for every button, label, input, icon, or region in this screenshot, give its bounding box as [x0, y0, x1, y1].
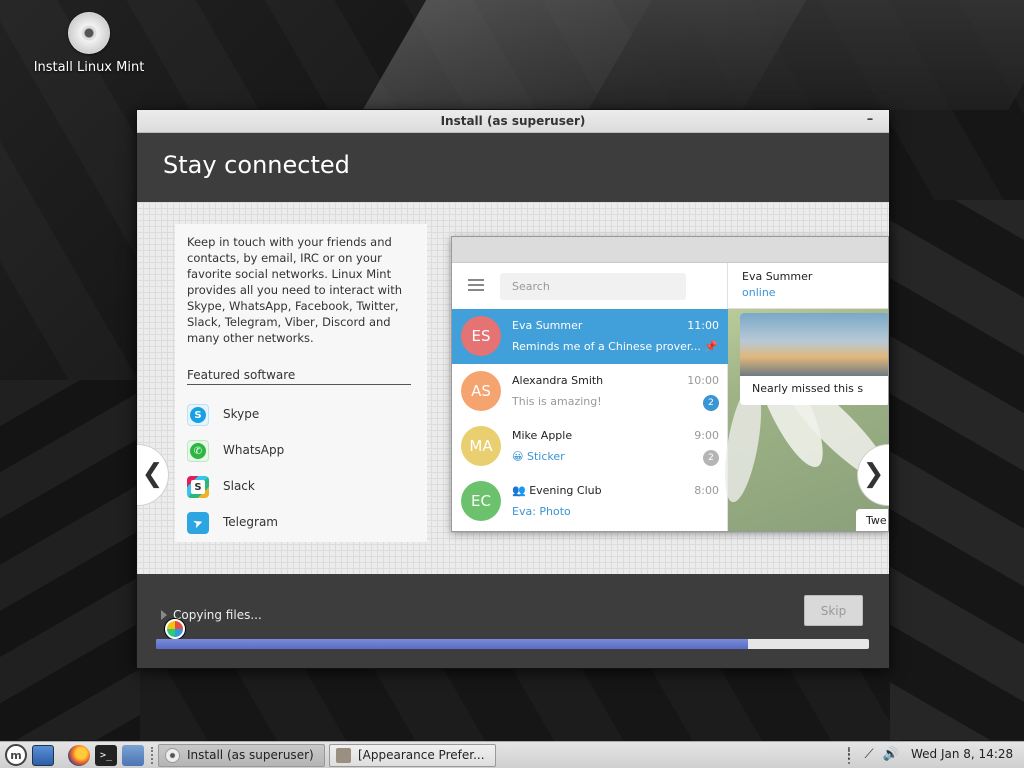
unread-badge: 2 — [703, 395, 719, 411]
slide-description: Keep in touch with your friends and cont… — [187, 235, 403, 345]
photo-message: Nearly missed this s — [740, 313, 888, 405]
software-label: Skype — [223, 407, 260, 421]
progress-bar-fill — [156, 639, 748, 649]
taskbar-item-label: Install (as superuser) — [187, 748, 314, 762]
chat-name: 👥 Evening Club — [512, 484, 602, 497]
software-item-skype: S Skype — [187, 404, 387, 428]
chat-item: ES Eva Summer 11:00 Reminds me of a Chin… — [452, 309, 728, 364]
taskbar-separator — [151, 747, 154, 764]
wallpaper-shape — [890, 200, 1024, 740]
progress-bar — [156, 639, 869, 649]
conversation-header: Eva Summer online — [728, 263, 888, 309]
unread-badge: 2 — [703, 450, 719, 466]
conversation-name: Eva Summer — [742, 270, 813, 283]
software-label: Telegram — [223, 515, 278, 529]
message-photo — [740, 313, 888, 376]
volume-icon[interactable]: 🔊 — [882, 746, 900, 764]
featured-software-heading: Featured software — [187, 368, 411, 385]
software-label: Slack — [223, 479, 255, 493]
telegram-search-row: Search — [452, 263, 727, 309]
show-desktop-icon[interactable] — [32, 745, 54, 766]
slide-title: Stay connected — [163, 151, 350, 179]
telegram-screenshot: Search ES Eva Summer 11:00 Reminds me of… — [451, 236, 889, 532]
network-icon[interactable]: ⟋ — [860, 746, 878, 764]
progress-status-text: Copying files... — [173, 608, 262, 622]
terminal-icon[interactable]: >_ — [95, 745, 117, 766]
hamburger-menu-icon — [468, 279, 484, 291]
clock[interactable]: Wed Jan 8, 14:28 — [911, 747, 1013, 761]
message-text: Nearly missed this s — [752, 382, 864, 395]
slideshow: Keep in touch with your friends and cont… — [137, 202, 889, 574]
chat-time: 10:00 — [687, 374, 719, 387]
conversation-status: online — [742, 286, 776, 299]
window-titlebar[interactable]: Install (as superuser) – — [137, 110, 889, 133]
chat-message: 😀 Sticker — [512, 450, 565, 463]
taskbar: m >_ Install (as superuser) [Appearance … — [0, 741, 1024, 768]
wallpaper-shape — [0, 380, 140, 740]
chat-item: AS Alexandra Smith 10:00 This is amazing… — [452, 364, 728, 419]
slide-banner: Stay connected — [137, 133, 889, 202]
message-bubble: Twe — [856, 509, 888, 531]
chat-time: 9:00 — [694, 429, 719, 442]
telegram-titlebar — [452, 237, 888, 263]
taskbar-item-appearance[interactable]: [Appearance Prefer... — [329, 744, 496, 767]
window-title: Install (as superuser) — [440, 114, 586, 128]
taskbar-item-installer[interactable]: Install (as superuser) — [158, 744, 325, 767]
avatar: MA — [461, 426, 501, 466]
install-linux-mint-desktop-icon[interactable]: Install Linux Mint — [28, 12, 150, 78]
progress-area: Copying files... Skip — [137, 574, 889, 668]
chat-item: MA Mike Apple 9:00 😀 Sticker 2 — [452, 419, 728, 474]
expander-arrow-icon[interactable] — [161, 610, 167, 620]
avatar: ES — [461, 316, 501, 356]
firefox-icon[interactable] — [68, 745, 90, 766]
previous-slide-button[interactable]: ❮ — [137, 444, 169, 506]
chat-name: Eva Summer — [512, 319, 583, 332]
avatar: EC — [461, 481, 501, 521]
telegram-icon: ➤ — [187, 512, 209, 534]
appearance-icon — [336, 748, 351, 763]
minimize-button[interactable]: – — [863, 110, 877, 133]
telegram-search-input: Search — [500, 273, 686, 300]
chat-item: EC 👥 Evening Club 8:00 Eva: Photo — [452, 474, 728, 529]
files-folder-icon[interactable] — [122, 745, 144, 766]
chat-message: Eva: Photo — [512, 505, 571, 518]
telegram-chat-list: Search ES Eva Summer 11:00 Reminds me of… — [452, 263, 728, 531]
software-item-whatsapp: ✆ WhatsApp — [187, 440, 387, 464]
software-item-slack: S Slack — [187, 476, 387, 500]
avatar: AS — [461, 371, 501, 411]
slack-icon: S — [187, 476, 209, 498]
busy-cursor-icon — [165, 619, 185, 639]
pin-icon: 📌 — [704, 340, 718, 353]
group-icon: 👥 — [512, 484, 526, 497]
software-label: WhatsApp — [223, 443, 285, 457]
chat-name: Alexandra Smith — [512, 374, 604, 387]
software-item-telegram: ➤ Telegram — [187, 512, 387, 536]
chat-time: 8:00 — [694, 484, 719, 497]
disc-icon — [165, 748, 180, 763]
disc-icon — [68, 12, 110, 54]
chat-name: Mike Apple — [512, 429, 573, 442]
notes-icon[interactable]: ⋮ — [840, 746, 858, 764]
slide-text-panel: Keep in touch with your friends and cont… — [175, 224, 427, 542]
whatsapp-icon: ✆ — [187, 440, 209, 462]
wallpaper-shape — [588, 0, 1024, 110]
installer-window: Install (as superuser) – Stay connected … — [136, 109, 890, 669]
chat-message: Reminds me of a Chinese prover... — [512, 340, 701, 353]
chat-name-text: Evening Club — [529, 484, 602, 497]
taskbar-item-label: [Appearance Prefer... — [358, 748, 485, 762]
mint-menu-icon[interactable]: m — [5, 744, 27, 766]
chat-message: This is amazing! — [512, 395, 602, 408]
skype-icon: S — [187, 404, 209, 426]
chat-time: 11:00 — [687, 319, 719, 332]
desktop-icon-label: Install Linux Mint — [33, 60, 145, 75]
skip-button[interactable]: Skip — [804, 595, 863, 626]
